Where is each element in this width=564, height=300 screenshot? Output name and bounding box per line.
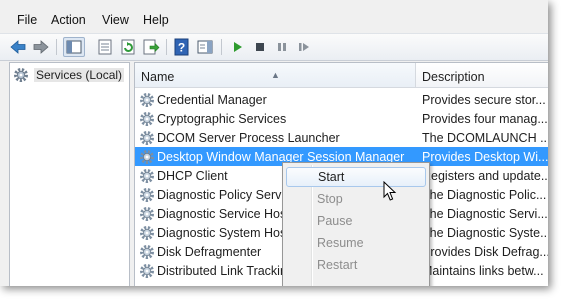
service-name: Credential Manager	[157, 93, 267, 107]
service-name: Diagnostic Service Host	[157, 207, 290, 221]
menu-action[interactable]: Action	[51, 13, 86, 27]
gear-icon	[140, 169, 154, 183]
toolbar: ?	[0, 33, 548, 61]
back-arrow-icon[interactable]	[9, 38, 27, 56]
gear-icon	[140, 188, 154, 202]
gear-icon	[14, 68, 28, 82]
column-header-name[interactable]: ▲ Name	[135, 63, 416, 87]
service-description: Provides secure stor...	[422, 93, 546, 107]
sort-ascending-icon: ▲	[271, 70, 280, 80]
table-row[interactable]: Credential Manager Provides secure stor..…	[135, 90, 548, 109]
service-name: Diagnostic System Host	[157, 226, 290, 240]
services-window: File Action View Help ? Services (Local)…	[0, 0, 548, 286]
menu-bar: File Action View Help	[0, 10, 548, 32]
toolbar-separator	[56, 39, 57, 55]
gear-icon	[140, 207, 154, 221]
service-description: The DCOMLAUNCH ...	[422, 131, 548, 145]
context-menu: Start Stop Pause Resume Restart	[282, 162, 430, 286]
service-description: Maintains links betw...	[422, 264, 544, 278]
service-name: Cryptographic Services	[157, 112, 287, 126]
menu-file[interactable]: File	[17, 13, 37, 27]
service-name: DHCP Client	[157, 169, 228, 183]
gear-icon	[140, 226, 154, 240]
console-tree: Services (Local)	[9, 62, 130, 286]
service-description: The Diagnostic Syste...	[422, 226, 548, 240]
service-name: Disk Defragmenter	[157, 245, 262, 259]
gear-icon	[140, 245, 154, 259]
list-header: ▲ Name Description	[135, 63, 548, 88]
export-list-icon[interactable]	[142, 38, 160, 56]
mouse-cursor-icon	[383, 181, 397, 201]
gear-icon	[140, 131, 154, 145]
service-description: The Diagnostic Polic...	[422, 188, 547, 202]
gear-icon	[140, 112, 154, 126]
start-service-icon[interactable]	[229, 38, 247, 56]
gear-icon	[140, 264, 154, 278]
column-header-label: Name	[141, 70, 175, 84]
show-action-pane-icon[interactable]	[196, 38, 214, 56]
service-description: Registers and update...	[422, 169, 548, 183]
gear-icon	[140, 93, 154, 107]
service-description: Provides Disk Defrag...	[422, 245, 548, 259]
menu-item-pause[interactable]: Pause	[286, 211, 426, 231]
gear-icon	[140, 150, 154, 164]
tree-item-services-local[interactable]: Services (Local)	[13, 67, 125, 83]
column-header-description[interactable]: Description	[416, 63, 548, 87]
toolbar-separator	[221, 39, 222, 55]
menu-item-stop[interactable]: Stop	[286, 189, 426, 209]
properties-icon[interactable]	[96, 38, 114, 56]
table-row[interactable]: DCOM Server Process Launcher The DCOMLAUN…	[135, 128, 548, 147]
menu-view[interactable]: View	[102, 13, 129, 27]
toolbar-separator	[166, 39, 167, 55]
menu-item-start[interactable]: Start	[286, 167, 426, 187]
service-description: The Diagnostic Servi...	[422, 207, 548, 221]
svg-text:?: ?	[178, 41, 185, 55]
service-description: Provides four manag...	[422, 112, 548, 126]
forward-arrow-icon[interactable]	[32, 38, 50, 56]
pause-service-icon[interactable]	[273, 38, 291, 56]
service-name: Diagnostic Policy Service	[157, 188, 298, 202]
refresh-icon[interactable]	[119, 38, 137, 56]
service-description: Provides Desktop Wi...	[422, 150, 548, 164]
menu-item-restart[interactable]: Restart	[286, 255, 426, 275]
table-row[interactable]: Cryptographic Services Provides four mana…	[135, 109, 548, 128]
show-hide-console-tree-button[interactable]	[63, 37, 85, 57]
menu-item-resume[interactable]: Resume	[286, 233, 426, 253]
stop-service-icon[interactable]	[251, 38, 269, 56]
restart-service-icon[interactable]	[295, 38, 313, 56]
tree-item-label: Services (Local)	[34, 68, 125, 82]
help-icon[interactable]: ?	[173, 38, 191, 56]
show-hide-console-tree-icon	[66, 40, 82, 54]
service-name: DCOM Server Process Launcher	[157, 131, 340, 145]
column-header-label: Description	[422, 70, 485, 84]
menu-help[interactable]: Help	[143, 13, 169, 27]
